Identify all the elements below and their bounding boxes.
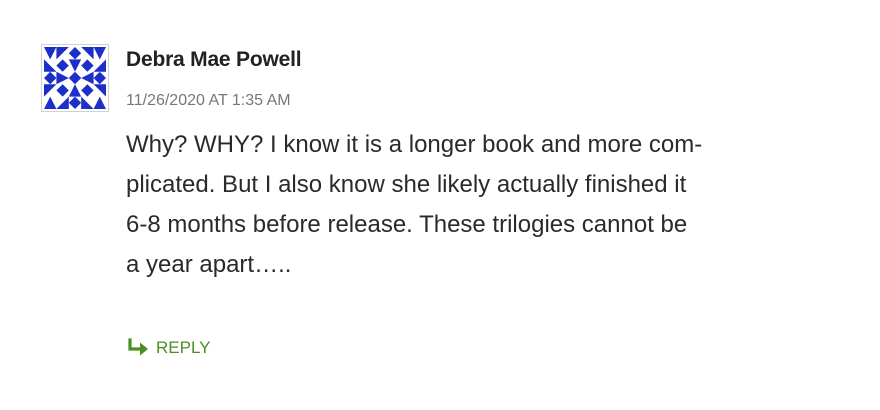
comment-body-line: 6-8 months before release. These trilogi… <box>126 211 688 238</box>
reply-arrow-icon <box>128 338 148 356</box>
comment: Debra Mae Powell 11/26/2020 AT 1:35 AM W… <box>0 0 880 410</box>
comment-author: Debra Mae Powell <box>126 48 302 71</box>
comment-body: Why? WHY? I know it is a longer book and… <box>126 125 786 285</box>
avatar <box>41 44 109 112</box>
comment-body-line: a year apart….. <box>126 251 292 278</box>
comment-timestamp[interactable]: 11/26/2020 AT 1:35 AM <box>126 92 291 110</box>
reply-label: REPLY <box>156 338 211 357</box>
comment-body-line: Why? WHY? I know it is a longer book and… <box>126 131 703 158</box>
reply-button[interactable]: REPLY <box>126 338 211 358</box>
geometric-identicon-icon <box>44 47 106 109</box>
comment-body-line: plicated. But I also know she likely act… <box>126 171 687 198</box>
